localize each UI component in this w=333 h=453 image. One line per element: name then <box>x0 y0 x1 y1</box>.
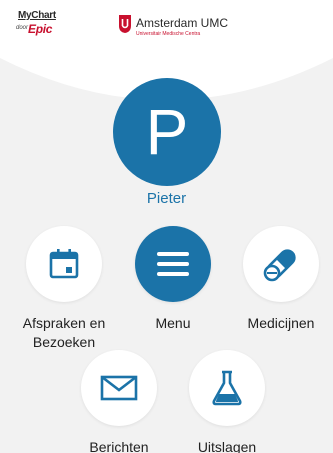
profile-avatar[interactable]: P <box>113 78 221 186</box>
calendar-icon <box>49 249 79 279</box>
tile-medicijnen-circle[interactable] <box>243 226 319 302</box>
tile-uitslagen-circle[interactable] <box>189 350 265 426</box>
mychart-logo-name: MyChart <box>18 10 56 21</box>
flask-icon <box>212 370 242 406</box>
tile-menu-circle[interactable] <box>135 226 211 302</box>
profile-name[interactable]: Pieter <box>0 190 333 207</box>
tile-berichten[interactable]: Berichten <box>59 350 179 453</box>
tile-uitslagen[interactable]: Uitslagen <box>167 350 287 453</box>
tile-medicijnen-label: Medicijnen <box>247 315 315 331</box>
envelope-icon <box>100 375 138 401</box>
tile-berichten-label: Berichten <box>89 439 149 453</box>
mychart-logo-door: door <box>16 25 29 31</box>
tile-afspraken-circle[interactable] <box>26 226 102 302</box>
tile-medicijnen[interactable]: Medicijnen <box>221 226 333 333</box>
amc-logo-subtitle: Universitair Medische Centra <box>136 31 201 37</box>
menu-icon <box>157 252 189 276</box>
pill-icon <box>263 249 296 282</box>
mychart-logo: MyChart door Epic <box>14 10 66 42</box>
amsterdam-umc-logo: Amsterdam UMC Universitair Medische Cent… <box>118 14 248 40</box>
amc-shield-icon <box>119 15 131 33</box>
profile-initial: P <box>145 96 189 168</box>
tile-uitslagen-label: Uitslagen <box>197 439 257 453</box>
amc-logo-name: Amsterdam UMC <box>136 16 229 30</box>
app-header: MyChart door Epic Amsterdam UMC Universi… <box>0 0 333 50</box>
tile-menu-label: Menu <box>155 315 191 331</box>
tile-afspraken-label: Afspraken en Bezoeken <box>22 315 106 350</box>
tile-menu[interactable]: Menu <box>113 226 233 333</box>
tile-afspraken[interactable]: Afspraken en Bezoeken <box>4 226 124 352</box>
tile-berichten-circle[interactable] <box>81 350 157 426</box>
mychart-logo-epic: Epic <box>28 22 53 36</box>
